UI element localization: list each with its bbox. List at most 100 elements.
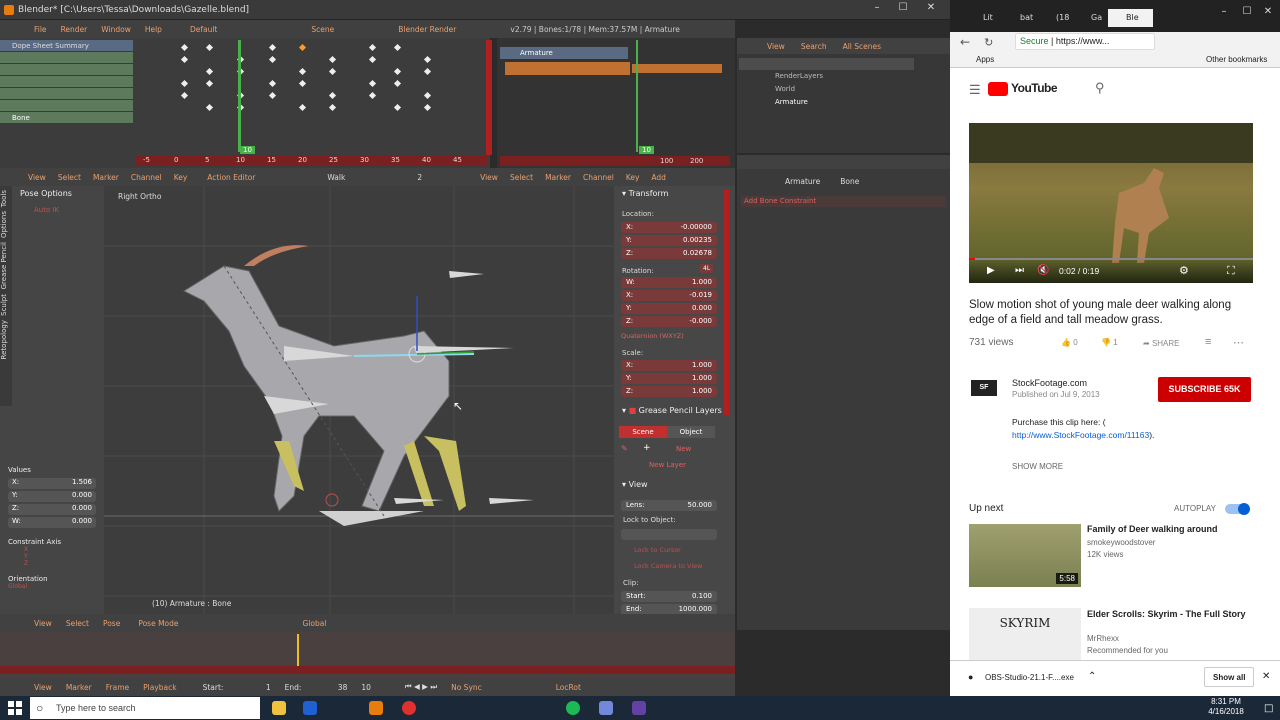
channel-name[interactable]: StockFootage.com xyxy=(1012,378,1087,388)
outliner-search[interactable]: Search xyxy=(801,42,827,51)
properties-tabs[interactable] xyxy=(737,155,950,169)
axis-x-checkbox[interactable]: X xyxy=(4,546,100,553)
keying-set[interactable]: LocRot xyxy=(556,683,581,692)
current-frame-field[interactable]: 10 xyxy=(361,683,371,692)
channel-summary[interactable]: Dope Sheet Summary xyxy=(0,40,133,52)
sync-select[interactable]: No Sync xyxy=(451,683,482,692)
subscribe-button[interactable]: SUBSCRIBE 65K xyxy=(1158,377,1251,402)
graph-channel[interactable]: Armature xyxy=(500,47,628,59)
settings-gear-icon[interactable]: ⚙ xyxy=(1179,264,1189,277)
scale-x-field[interactable]: X: 1.000 xyxy=(621,360,717,371)
view-menu[interactable]: View xyxy=(34,619,52,628)
ae2-key[interactable]: Key xyxy=(626,173,640,182)
ae-mode[interactable]: Action Editor xyxy=(207,173,255,182)
maximize-icon[interactable]: ☐ xyxy=(893,2,913,13)
pose-menu[interactable]: Pose xyxy=(103,619,120,628)
back-icon[interactable]: ← xyxy=(960,35,970,49)
save-icon[interactable]: ≡ xyxy=(1205,336,1211,348)
lock-object-field[interactable] xyxy=(621,529,717,540)
outliner-filter[interactable]: All Scenes xyxy=(843,42,881,51)
menu-window[interactable]: Window xyxy=(101,25,131,34)
tl-playback[interactable]: Playback xyxy=(143,683,176,692)
value-x-field[interactable]: X: 1.506 xyxy=(8,478,96,489)
close-icon[interactable]: ✕ xyxy=(921,2,941,13)
path-bone[interactable]: Bone xyxy=(840,177,859,186)
select-menu[interactable]: Select xyxy=(66,619,89,628)
orientation-value[interactable]: Global xyxy=(4,583,100,590)
chrome-maximize-icon[interactable]: ☐ xyxy=(1237,6,1257,17)
outliner-scene-row[interactable] xyxy=(739,58,914,70)
rec2-thumbnail[interactable]: SKYRIM xyxy=(969,608,1081,660)
start-field[interactable]: Start: 1 xyxy=(203,683,271,692)
rotation-4l-toggle[interactable]: 4L xyxy=(700,264,714,273)
minimize-icon[interactable]: – xyxy=(867,2,887,13)
ae2-channel[interactable]: Channel xyxy=(583,173,614,182)
play-icon[interactable]: ▶ xyxy=(987,265,995,276)
scene-select[interactable]: Scene xyxy=(311,25,334,34)
tab-2[interactable]: bat xyxy=(1002,9,1033,27)
path-armature[interactable]: Armature xyxy=(785,177,820,186)
rot-w-field[interactable]: W: 1.000 xyxy=(621,277,717,288)
gp-layers-heading[interactable]: ▾ ■ Grease Pencil Layers xyxy=(622,406,722,415)
channel-bone[interactable]: Bone xyxy=(0,112,133,124)
tab-options[interactable]: Options xyxy=(0,211,8,238)
channel-row[interactable] xyxy=(0,76,133,88)
tl-marker[interactable]: Marker xyxy=(66,683,92,692)
apps-bookmark[interactable]: Apps xyxy=(976,55,994,64)
ae-marker[interactable]: Marker xyxy=(93,173,119,182)
value-w-field[interactable]: W: 0.000 xyxy=(8,517,96,528)
search-icon[interactable]: ⚲ xyxy=(1095,80,1105,96)
lock-camera-checkbox[interactable]: Lock Camera to View xyxy=(634,562,702,570)
tab-grease-pencil[interactable]: Grease Pencil xyxy=(0,242,8,289)
show-all-button[interactable]: Show all xyxy=(1204,667,1255,687)
end-field[interactable]: End: 38 xyxy=(285,683,348,692)
tab-retopology[interactable]: Retopology xyxy=(0,320,8,359)
gp-object-tab[interactable]: Object xyxy=(667,426,715,438)
channel-row[interactable] xyxy=(0,52,133,64)
tl-view[interactable]: View xyxy=(34,683,52,692)
more-icon[interactable]: ⋯ xyxy=(1233,336,1244,349)
twitch-icon[interactable] xyxy=(632,701,646,715)
scale-y-field[interactable]: Y: 1.000 xyxy=(621,373,717,384)
orientation-select[interactable]: Global xyxy=(303,619,327,628)
clip-start-field[interactable]: Start: 0.100 xyxy=(621,591,717,602)
gp-new-button[interactable]: New xyxy=(676,445,691,453)
reload-icon[interactable]: ↻ xyxy=(984,36,993,49)
channel-avatar[interactable]: SF xyxy=(971,380,997,396)
value-y-field[interactable]: Y: 0.000 xyxy=(8,491,96,502)
ae-view[interactable]: View xyxy=(28,173,46,182)
taskbar-search[interactable]: Type here to search ○ xyxy=(30,697,260,719)
ae-select[interactable]: Select xyxy=(58,173,81,182)
playback-controls[interactable]: ⏮ ◀ ▶ ⏭ xyxy=(405,682,437,692)
steam-icon[interactable] xyxy=(765,701,779,715)
chrome-minimize-icon[interactable]: – xyxy=(1214,6,1234,17)
ae2-select[interactable]: Select xyxy=(510,173,533,182)
pose-options-heading[interactable]: Pose Options xyxy=(0,186,104,198)
file-explorer-icon[interactable] xyxy=(272,701,286,715)
dopesheet-ruler[interactable] xyxy=(135,156,487,166)
gp-scene-tab[interactable]: Scene xyxy=(619,426,667,438)
ae-channel[interactable]: Channel xyxy=(131,173,162,182)
like-button[interactable]: 👍 0 xyxy=(1061,338,1078,347)
tab-3[interactable]: (18 xyxy=(1038,9,1069,27)
other-bookmarks[interactable]: Other bookmarks xyxy=(1206,55,1267,64)
mode-select[interactable]: Pose Mode xyxy=(138,619,178,628)
menu-file[interactable]: File xyxy=(34,25,47,34)
tab-active[interactable]: Ble xyxy=(1108,9,1153,27)
3d-viewport[interactable]: Right Ortho (10) Armature : Bone ↖ xyxy=(104,186,614,614)
youtube-brand[interactable]: YouTube xyxy=(1011,81,1058,95)
outliner-view[interactable]: View xyxy=(767,42,785,51)
lens-field[interactable]: Lens: 50.000 xyxy=(621,500,717,511)
graph-ruler[interactable]: 100 200 xyxy=(500,156,730,166)
outliner-world[interactable]: World xyxy=(737,83,950,96)
add-bone-constraint[interactable]: Add Bone Constraint xyxy=(741,196,946,207)
timeline[interactable] xyxy=(0,632,735,678)
chrome-taskbar-icon[interactable] xyxy=(402,701,416,715)
rotation-mode-select[interactable]: Quaternion (WXYZ) xyxy=(621,332,684,340)
layout-select[interactable]: Default xyxy=(190,25,217,34)
loc-y-field[interactable]: Y: 0.00235 xyxy=(621,235,717,246)
menu-render[interactable]: Render xyxy=(61,25,88,34)
axis-y-checkbox[interactable]: Y xyxy=(4,553,100,560)
rot-y-field[interactable]: Y: 0.000 xyxy=(621,303,717,314)
dopesheet-scrollbar[interactable] xyxy=(486,40,492,155)
